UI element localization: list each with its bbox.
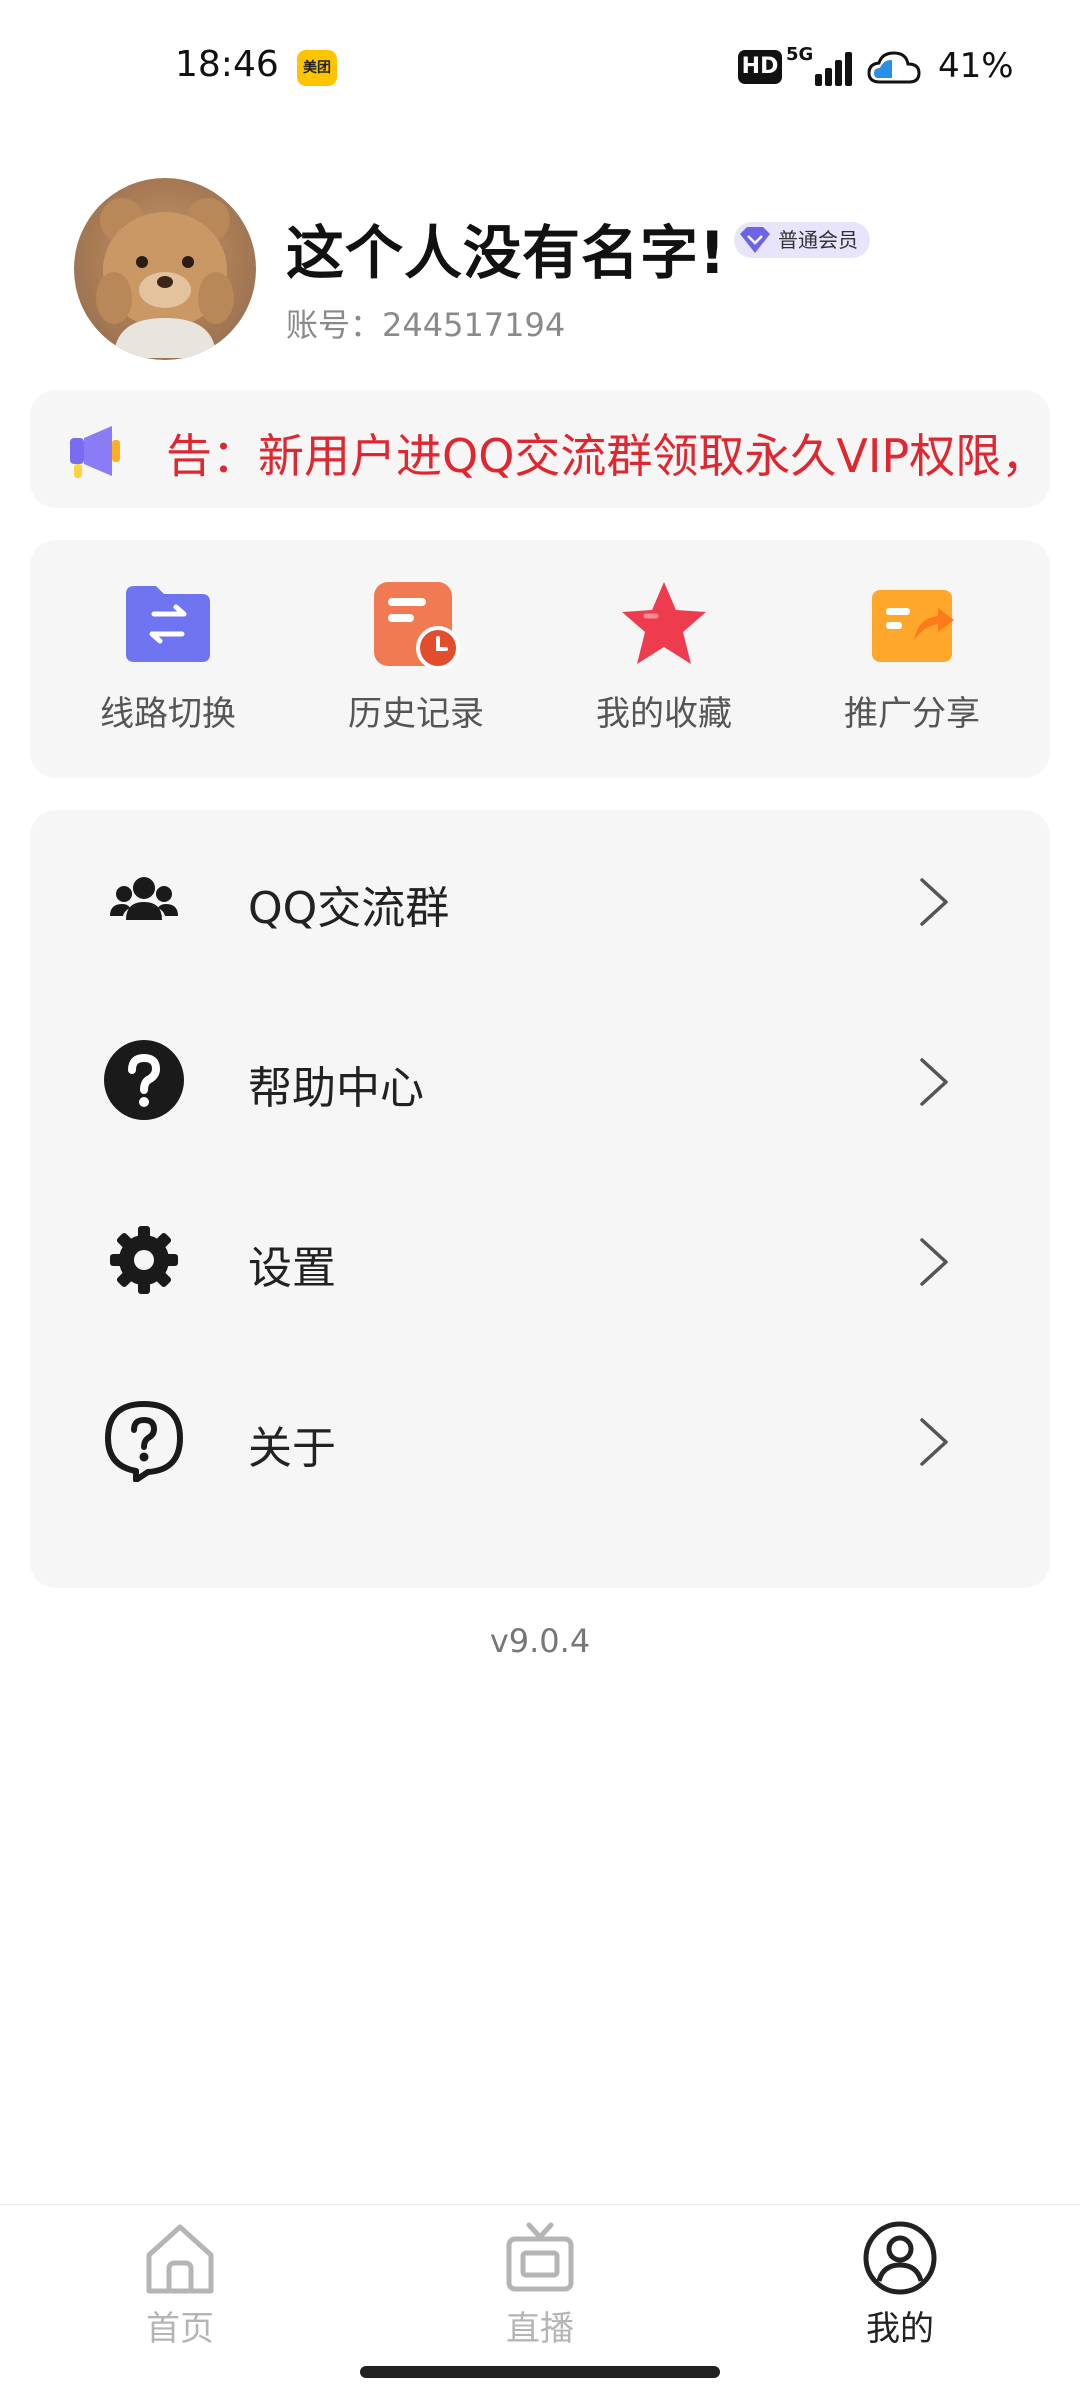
home-indicator[interactable]: [360, 2366, 720, 2378]
app-version: v9.0.4: [489, 1622, 591, 1660]
tab-label: 直播: [506, 2309, 574, 2349]
username: 这个人没有名字!: [286, 219, 727, 287]
status-time: 18:46: [175, 44, 279, 85]
hd-voice-icon: HD: [738, 50, 782, 84]
history-icon: [374, 582, 460, 670]
home-icon: [146, 2224, 214, 2294]
chevron-right-icon: [920, 1058, 948, 1106]
quick-actions-card: 线路切换 历史记录 我的收藏 推广分享: [30, 540, 1050, 778]
route-switch-icon: [126, 586, 210, 662]
quick-action-label: 我的收藏: [596, 694, 732, 734]
menu-item-help-center[interactable]: 帮助中心: [30, 990, 1050, 1170]
meituan-notification-icon: 美团: [297, 50, 337, 86]
tv-icon: [506, 2222, 574, 2292]
share-icon: [872, 590, 954, 662]
member-badge: 普通会员: [734, 222, 870, 258]
account-number: 账号：244517194: [286, 306, 566, 344]
chevron-right-icon: [920, 1418, 948, 1466]
quick-action-favorites[interactable]: 我的收藏: [564, 576, 764, 756]
help-circle-icon: [104, 1040, 184, 1120]
tab-label: 首页: [146, 2309, 214, 2349]
settings-menu: QQ交流群 帮助中心 设置 关于: [30, 810, 1050, 1588]
quick-action-history[interactable]: 历史记录: [316, 576, 516, 756]
quick-action-route-switch[interactable]: 线路切换: [68, 576, 268, 756]
question-bubble-icon: [105, 1401, 183, 1482]
announcement-banner[interactable]: 告：新用户进QQ交流群领取永久VIP权限，: [30, 390, 1050, 508]
quick-action-label: 历史记录: [348, 694, 484, 734]
gear-icon: [110, 1226, 178, 1294]
tab-label: 我的: [866, 2309, 934, 2349]
star-icon: [622, 582, 706, 664]
megaphone-icon: [70, 426, 120, 478]
tab-home[interactable]: 首页: [80, 2219, 280, 2359]
member-badge-label: 普通会员: [778, 228, 858, 252]
cloud-sync-icon: [867, 51, 921, 84]
quick-action-label: 推广分享: [844, 694, 980, 734]
menu-item-qq-group[interactable]: QQ交流群: [30, 810, 1050, 990]
profile-icon: [863, 2221, 937, 2295]
quick-action-share[interactable]: 推广分享: [812, 576, 1012, 756]
users-icon: [110, 877, 178, 920]
chevron-right-icon: [920, 1238, 948, 1286]
menu-item-label: 关于: [248, 1423, 336, 1474]
teddy-bear-avatar-image: [96, 198, 234, 358]
avatar[interactable]: [74, 178, 256, 360]
quick-action-label: 线路切换: [100, 694, 236, 734]
announcement-text: 告：新用户进QQ交流群领取永久VIP权限，: [166, 429, 1048, 483]
menu-item-about[interactable]: 关于: [30, 1350, 1050, 1530]
battery-level: 41%: [938, 46, 1014, 86]
menu-item-label: 帮助中心: [248, 1063, 424, 1114]
tab-mine[interactable]: 我的: [800, 2219, 1000, 2359]
signal-icon: [815, 52, 855, 86]
menu-item-settings[interactable]: 设置: [30, 1170, 1050, 1350]
status-bar: 18:46 美团 HD 5G 41%: [0, 0, 1080, 140]
network-type: 5G: [786, 44, 814, 65]
diamond-icon: [740, 227, 770, 253]
menu-item-label: QQ交流群: [248, 883, 450, 934]
chevron-right-icon: [920, 878, 948, 926]
tab-live[interactable]: 直播: [440, 2219, 640, 2359]
menu-item-label: 设置: [248, 1243, 336, 1294]
